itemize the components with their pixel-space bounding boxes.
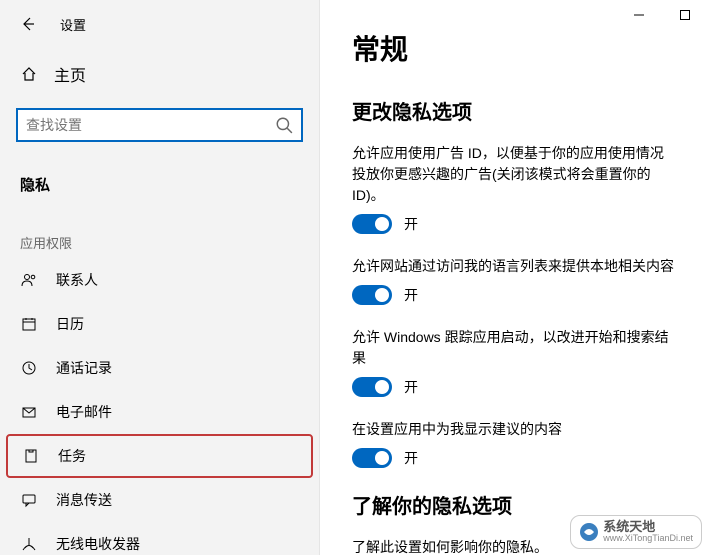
setting-desc: 允许应用使用广告 ID，以便基于你的应用使用情况投放你更感兴趣的广告(关闭该模式… [352, 143, 676, 206]
watermark-logo-icon [579, 522, 599, 542]
setting-desc: 允许 Windows 跟踪应用启动，以改进开始和搜索结果 [352, 327, 676, 369]
setting-desc: 允许网站通过访问我的语言列表来提供本地相关内容 [352, 256, 676, 277]
callhistory-icon [20, 359, 38, 377]
sidebar-item-messaging[interactable]: 消息传送 [0, 478, 319, 522]
content-area: 常规 更改隐私选项 允许应用使用广告 ID，以便基于你的应用使用情况投放你更感兴… [320, 0, 708, 555]
contacts-icon [20, 271, 38, 289]
radio-icon [20, 535, 38, 553]
minimize-button[interactable] [616, 0, 662, 30]
sidebar-item-calendar[interactable]: 日历 [0, 302, 319, 346]
search-input[interactable] [26, 117, 275, 133]
page-heading: 常规 [352, 28, 676, 68]
maximize-icon [680, 10, 690, 20]
setting-ad-id: 允许应用使用广告 ID，以便基于你的应用使用情况投放你更感兴趣的广告(关闭该模式… [352, 143, 676, 234]
titlebar: 设置 [0, 8, 319, 52]
setting-language-list: 允许网站通过访问我的语言列表来提供本地相关内容 开 [352, 256, 676, 305]
back-button[interactable] [16, 12, 40, 36]
watermark-url: www.XiTongTianDi.net [603, 534, 693, 544]
email-icon [20, 403, 38, 421]
app-title: 设置 [60, 15, 86, 34]
nav-label: 日历 [56, 314, 84, 334]
window-controls [616, 0, 708, 30]
search-container [16, 108, 303, 142]
calendar-icon [20, 315, 38, 333]
toggle-switch[interactable] [352, 377, 392, 397]
nav-label: 电子邮件 [56, 402, 112, 422]
search-icon [275, 116, 293, 134]
sidebar: 设置 主页 隐私 应用权限 联系人 日历 通话记录 电子邮件 任务 消息传送 [0, 0, 320, 555]
watermark: 系统天地 www.XiTongTianDi.net [570, 515, 702, 549]
toggle-switch[interactable] [352, 285, 392, 305]
toggle-row: 开 [352, 448, 676, 468]
sidebar-item-tasks[interactable]: 任务 [6, 434, 313, 478]
setting-desc: 在设置应用中为我显示建议的内容 [352, 419, 676, 440]
toggle-switch[interactable] [352, 448, 392, 468]
toggle-state: 开 [404, 285, 418, 305]
toggle-state: 开 [404, 448, 418, 468]
category-heading: 隐私 [0, 154, 319, 205]
minimize-icon [634, 10, 644, 20]
toggle-row: 开 [352, 214, 676, 234]
toggle-row: 开 [352, 285, 676, 305]
search-box[interactable] [16, 108, 303, 142]
home-label: 主页 [54, 62, 86, 86]
sidebar-item-contacts[interactable]: 联系人 [0, 258, 319, 302]
tasks-icon [22, 447, 40, 465]
sidebar-item-radio[interactable]: 无线电收发器 [0, 522, 319, 555]
nav-label: 联系人 [56, 270, 98, 290]
home-nav[interactable]: 主页 [0, 52, 319, 96]
section-heading: 更改隐私选项 [352, 96, 676, 125]
home-icon [20, 66, 38, 82]
messaging-icon [20, 491, 38, 509]
nav-label: 无线电收发器 [56, 534, 140, 554]
watermark-title: 系统天地 [603, 520, 693, 534]
section-label: 应用权限 [0, 205, 319, 258]
nav-label: 任务 [58, 446, 86, 466]
toggle-switch[interactable] [352, 214, 392, 234]
sidebar-item-email[interactable]: 电子邮件 [0, 390, 319, 434]
nav-label: 消息传送 [56, 490, 112, 510]
toggle-state: 开 [404, 214, 418, 234]
toggle-state: 开 [404, 377, 418, 397]
setting-app-launch: 允许 Windows 跟踪应用启动，以改进开始和搜索结果 开 [352, 327, 676, 397]
maximize-button[interactable] [662, 0, 708, 30]
setting-suggestions: 在设置应用中为我显示建议的内容 开 [352, 419, 676, 468]
sidebar-item-callhistory[interactable]: 通话记录 [0, 346, 319, 390]
toggle-row: 开 [352, 377, 676, 397]
nav-label: 通话记录 [56, 358, 112, 378]
arrow-left-icon [20, 16, 36, 32]
